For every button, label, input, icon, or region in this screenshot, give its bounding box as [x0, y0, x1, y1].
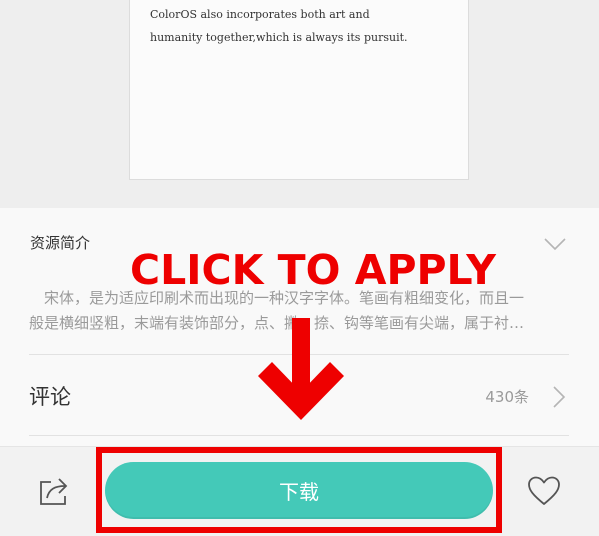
font-preview-area: ColorOS also incorporates both art and h… — [0, 0, 599, 208]
preview-text-line: humanity together,which is always its pu… — [150, 31, 408, 44]
comments-label: 评论 — [29, 385, 71, 409]
download-button[interactable]: 下载 — [105, 462, 493, 519]
heart-icon[interactable] — [527, 475, 561, 507]
chevron-right-icon — [553, 386, 566, 408]
click-to-apply-caption: CLICK TO APPLY — [130, 246, 496, 294]
chevron-down-icon[interactable] — [543, 236, 567, 252]
share-icon[interactable] — [37, 474, 71, 508]
arrow-down-icon — [258, 318, 344, 420]
intro-section-title: 资源简介 — [30, 234, 91, 252]
comments-count: 430条 — [485, 388, 529, 406]
preview-text-line: ColorOS also incorporates both art and — [150, 8, 370, 21]
divider — [29, 435, 569, 436]
font-preview-card: ColorOS also incorporates both art and h… — [129, 0, 469, 180]
